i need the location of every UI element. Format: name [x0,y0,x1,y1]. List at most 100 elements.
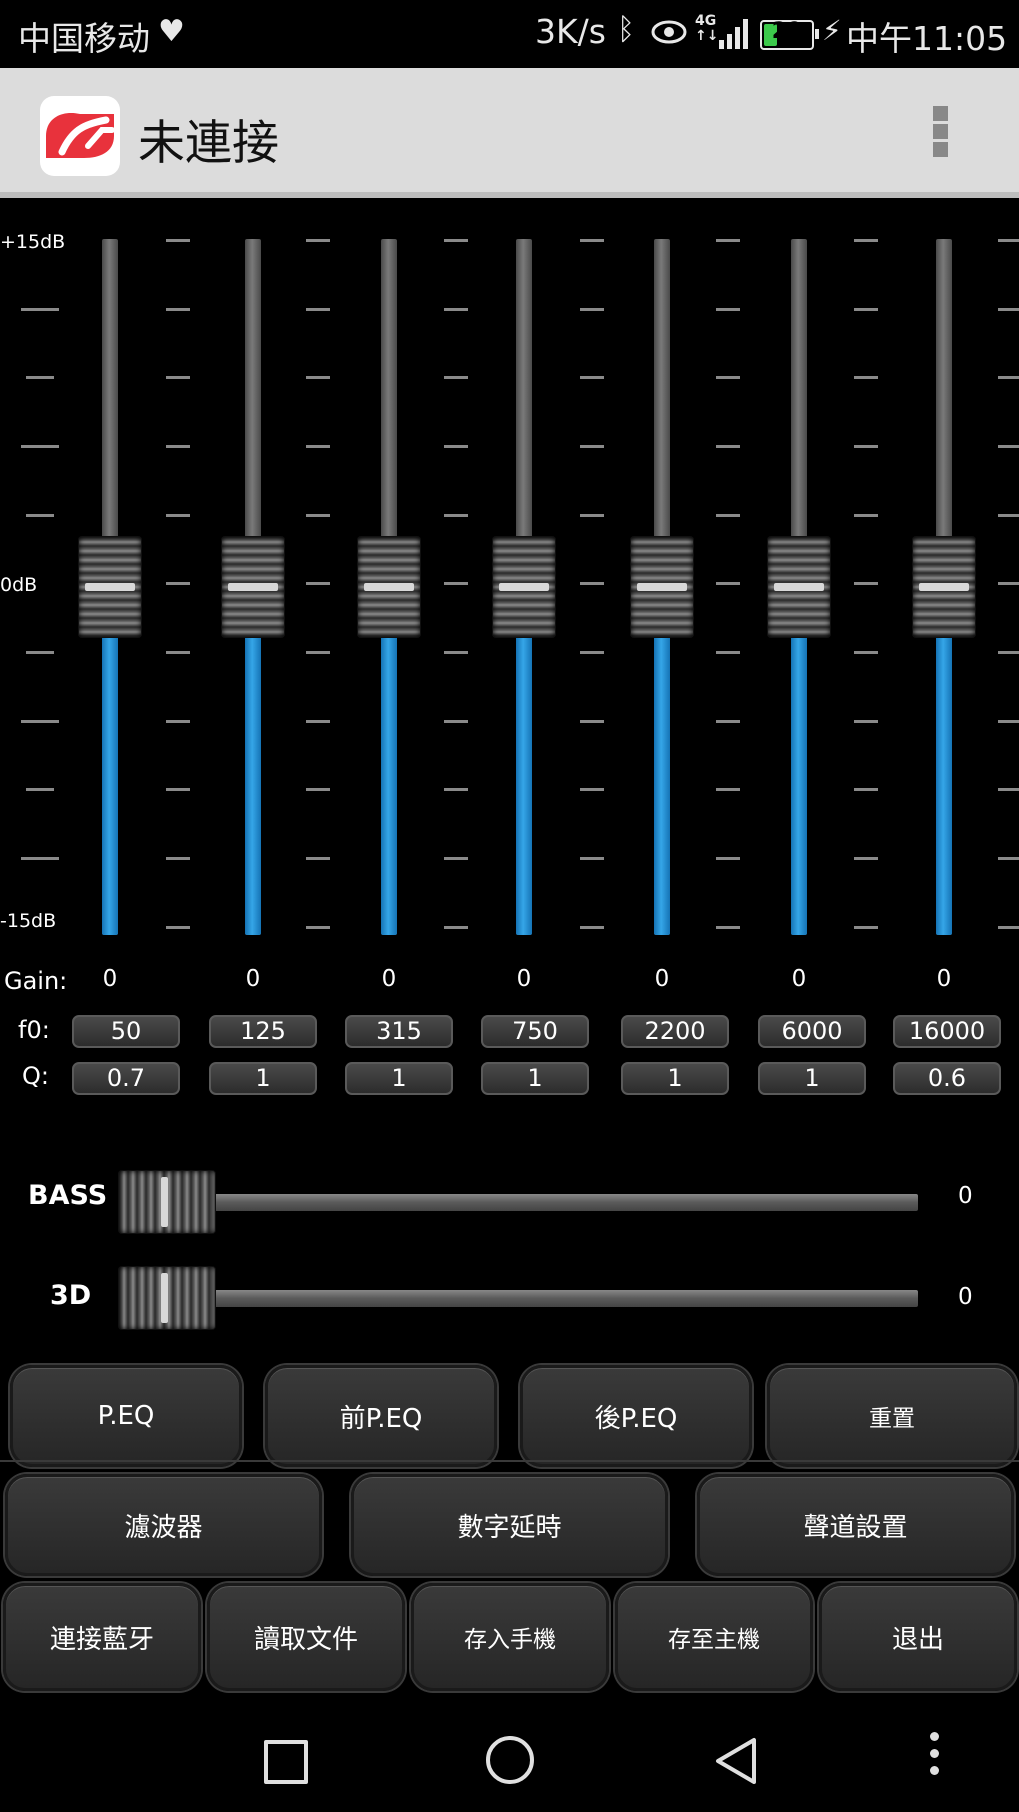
bass-slider-thumb[interactable] [119,1171,215,1233]
band-slider-thumb[interactable] [768,537,830,637]
band-q-field[interactable]: 1 [481,1062,589,1095]
band-f0-field[interactable]: 2200 [621,1015,729,1048]
channel-settings-button[interactable]: 聲道設置 [697,1474,1014,1576]
scale-tick [998,582,1019,585]
scale-tick [998,376,1019,379]
band-q-field[interactable]: 0.6 [893,1062,1001,1095]
rear-peq-button[interactable]: 後P.EQ [520,1365,752,1467]
scale-tick [716,926,740,929]
exit-button[interactable]: 退出 [819,1583,1017,1691]
bass-slider-track[interactable] [200,1194,918,1211]
back-icon[interactable] [712,1736,760,1790]
scale-tick [854,445,878,448]
scale-tick [21,857,59,860]
bluetooth-icon: ᛒ [617,12,635,47]
digital-delay-button[interactable]: 數字延時 [351,1474,668,1576]
scale-tick [166,651,190,654]
scale-tick [166,239,190,242]
scale-tick [166,926,190,929]
scale-tick [716,788,740,791]
scale-tick [306,788,330,791]
band-q-field[interactable]: 0.7 [72,1062,180,1095]
scale-tick [444,445,468,448]
band-slider-thumb[interactable] [358,537,420,637]
scale-tick [998,788,1019,791]
band-f0-field[interactable]: 315 [345,1015,453,1048]
band-gain-value: 0 [654,966,670,992]
band-slider-fill [381,633,397,935]
band-slider-thumb[interactable] [493,537,555,637]
read-file-button[interactable]: 讀取文件 [207,1583,405,1691]
scale-tick [716,720,740,723]
scale-tick [166,514,190,517]
scale-tick [306,857,330,860]
scale-tick [716,857,740,860]
more-icon[interactable] [928,1732,940,1783]
scale-tick [580,651,604,654]
scale-tick [166,308,190,311]
scale-tick [998,514,1019,517]
filter-button[interactable]: 濾波器 [5,1474,322,1576]
band-f0-field[interactable]: 6000 [758,1015,866,1048]
scale-tick [306,720,330,723]
band-q-field[interactable]: 1 [209,1062,317,1095]
save-to-phone-button[interactable]: 存入手機 [411,1583,609,1691]
connect-bluetooth-button[interactable]: 連接藍牙 [3,1583,201,1691]
band-slider-thumb[interactable] [79,537,141,637]
scale-tick [26,514,54,517]
peq-button[interactable]: P.EQ [10,1365,242,1467]
scale-tick [21,720,59,723]
scale-tick [854,239,878,242]
save-to-host-button[interactable]: 存至主機 [615,1583,813,1691]
band-f0-field[interactable]: 16000 [893,1015,1001,1048]
scale-tick [998,720,1019,723]
reset-button[interactable]: 重置 [767,1365,1017,1467]
scale-tick [998,857,1019,860]
signal-icon [718,16,752,54]
scale-tick [854,651,878,654]
recent-apps-icon[interactable] [264,1740,308,1784]
band-q-field[interactable]: 1 [345,1062,453,1095]
home-icon[interactable] [486,1736,534,1784]
heart-rate-icon: ♥ [158,14,185,49]
battery-level: 29 [771,19,803,44]
scale-top-label: +15dB [0,231,66,253]
q-row-label: Q: [22,1062,49,1090]
scale-tick [716,445,740,448]
band-q-field[interactable]: 1 [758,1062,866,1095]
scale-tick [306,376,330,379]
scale-tick [444,308,468,311]
surround-slider-track[interactable] [200,1290,918,1307]
band-slider-thumb[interactable] [913,537,975,637]
scale-tick [306,651,330,654]
band-f0-field[interactable]: 50 [72,1015,180,1048]
scale-tick [306,445,330,448]
scale-tick [854,926,878,929]
surround-slider-thumb[interactable] [119,1267,215,1329]
scale-tick [26,651,54,654]
network-speed: 3K/s [535,12,606,51]
scale-tick [998,651,1019,654]
front-peq-button[interactable]: 前P.EQ [265,1365,497,1467]
scale-tick [580,582,604,585]
band-slider-thumb[interactable] [222,537,284,637]
band-f0-field[interactable]: 750 [481,1015,589,1048]
band-q-field[interactable]: 1 [621,1062,729,1095]
scale-bottom-label: -15dB [0,910,57,932]
scale-tick [306,582,330,585]
band-slider-thumb[interactable] [631,537,693,637]
scale-tick [306,239,330,242]
band-f0-field[interactable]: 125 [209,1015,317,1048]
bass-label: BASS [28,1180,108,1211]
band-gain-value: 0 [936,966,952,992]
system-nav-bar [0,1700,1019,1812]
scale-tick [166,788,190,791]
scale-tick [306,514,330,517]
scale-tick [716,582,740,585]
scale-tick [998,239,1019,242]
overflow-menu-icon[interactable] [930,106,950,166]
scale-tick [580,445,604,448]
scale-tick [444,651,468,654]
scale-tick [166,582,190,585]
band-slider-fill [245,633,261,935]
